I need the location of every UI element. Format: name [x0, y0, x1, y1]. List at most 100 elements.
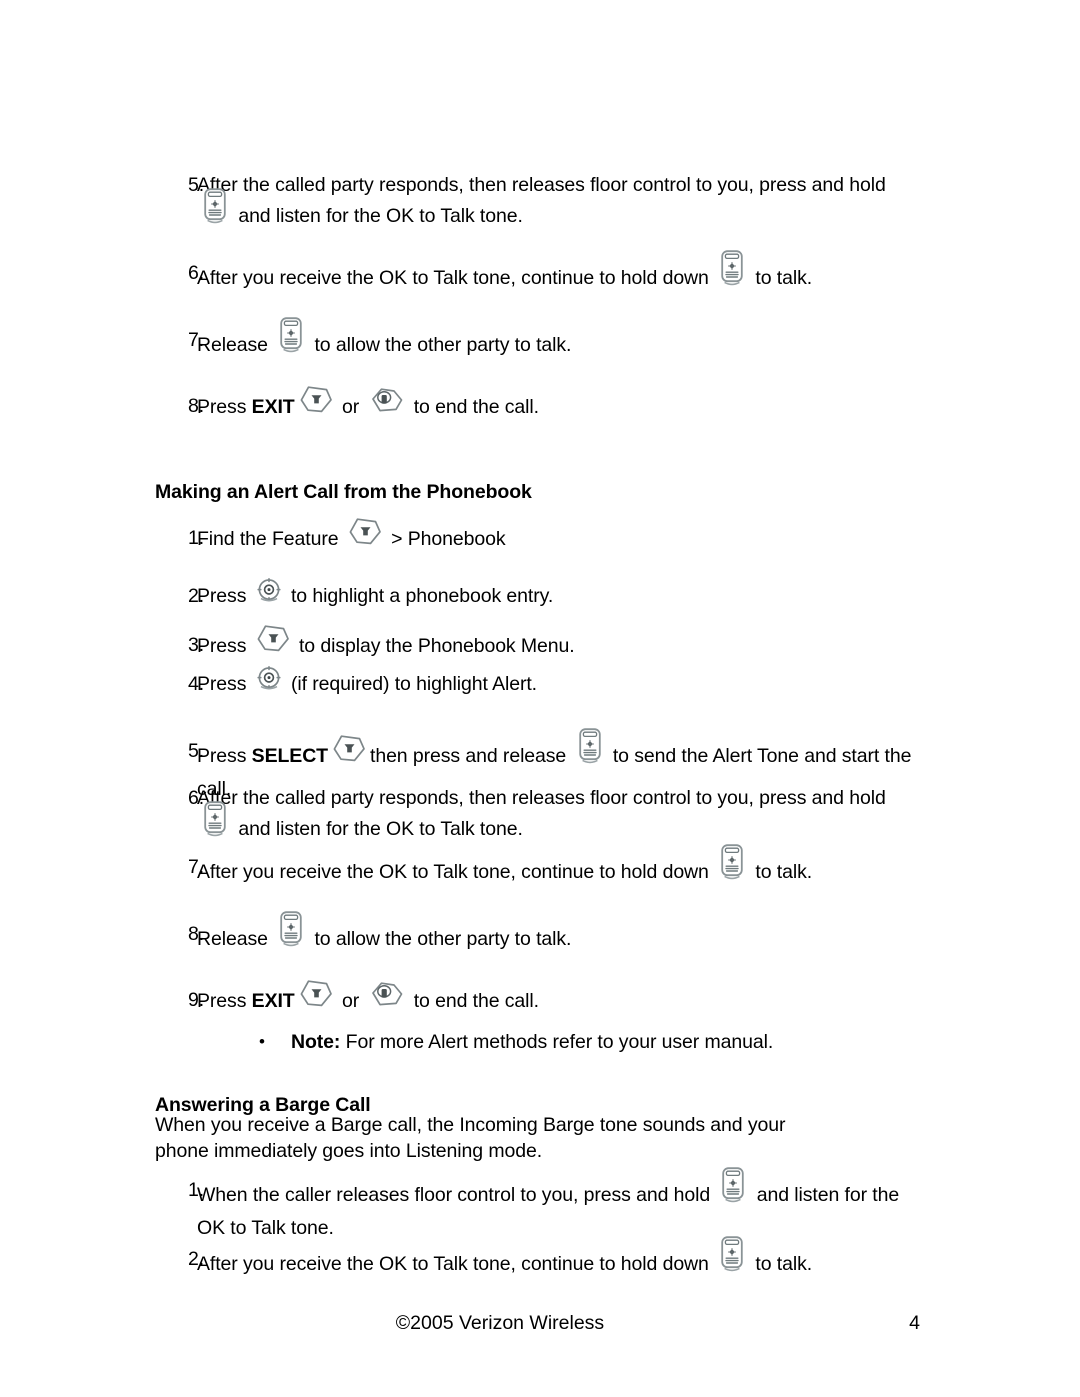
bullet-icon: •	[259, 1032, 265, 1051]
key-label: SELECT	[251, 745, 328, 768]
text-run: Press	[197, 990, 252, 1013]
section-heading: Making an Alert Call from the Phonebook	[155, 481, 532, 503]
text-run: or	[336, 396, 365, 419]
text-run: to talk.	[750, 861, 813, 884]
list-item-text: Find the Feature > Phonebook	[197, 518, 930, 555]
list-item-number: 2.	[188, 1248, 205, 1270]
text-run: or	[336, 990, 365, 1013]
text-run: Find the Feature	[197, 528, 344, 551]
text-run: After the called party responds, then re…	[197, 787, 886, 809]
list-item-text: Press to highlight a phonebook entry.	[197, 577, 930, 610]
note-item: • Note: For more Alert methods refer to y…	[155, 1029, 1034, 1055]
list-item: 7. Release to allow the other party to ta…	[155, 317, 930, 365]
footer-copyright: ©2005 Verizon Wireless	[395, 1312, 605, 1334]
text-run: and listen for the OK to Talk tone.	[233, 818, 523, 841]
ptt-side-key-icon	[720, 1166, 746, 1204]
soft-key-icon	[348, 517, 382, 547]
list-item-number: 2.	[188, 585, 205, 607]
list-item-number: 9.	[188, 989, 205, 1011]
note-text: Note: For more Alert methods refer to yo…	[291, 1029, 1034, 1055]
list-item-number: 5.	[188, 740, 205, 762]
list-item-number: 7.	[188, 856, 205, 878]
list-item: 4. Press (if required) to highlight Alert…	[155, 665, 930, 698]
note-label: Note:	[291, 1031, 341, 1053]
ptt-side-key-icon	[202, 187, 228, 225]
list-item-text: Release to allow the other party to talk…	[197, 317, 930, 365]
list-item: 1. Find the Feature > Phonebook	[155, 518, 930, 555]
document-page: 5. After the called party responds, then …	[0, 0, 1080, 1397]
text-run: to end the call.	[408, 990, 539, 1013]
list-item-text: Press (if required) to highlight Alert.	[197, 665, 930, 698]
list-item: 9. Press EXIT or to end the call.	[155, 980, 930, 1017]
list-item-number: 8.	[188, 395, 205, 417]
text-run: When the caller releases floor control t…	[197, 1184, 716, 1207]
list-item-number: 6.	[188, 787, 205, 809]
text-run: to allow the other party to talk.	[309, 334, 572, 357]
section-intro: When you receive a Barge call, the Incom…	[155, 1114, 786, 1162]
list-item-number: 5.	[188, 174, 205, 196]
ptt-side-key-icon	[719, 1235, 745, 1273]
end-call-key-icon	[368, 386, 404, 414]
list-item-text: Release to allow the other party to talk…	[197, 911, 930, 959]
list-item-text: After you receive the OK to Talk tone, c…	[197, 1236, 930, 1284]
text-run: and listen for the OK to Talk tone.	[233, 205, 523, 228]
list-item-number: 3.	[188, 634, 205, 656]
footer-page-number: 4	[909, 1312, 920, 1334]
text-run: > Phonebook	[385, 528, 506, 551]
ptt-side-key-icon	[719, 843, 745, 881]
list-item-text: After you receive the OK to Talk tone, c…	[197, 250, 930, 298]
end-call-key-icon	[368, 980, 404, 1008]
text-run: to display the Phonebook Menu.	[293, 635, 575, 658]
list-item-text: Press to display the Phonebook Menu.	[197, 625, 930, 662]
list-item: 2. After you receive the OK to Talk tone,…	[155, 1236, 930, 1284]
text-run: After the called party responds, then re…	[197, 174, 886, 196]
text-run: Press	[197, 585, 252, 607]
list-item: 8. Release to allow the other party to ta…	[155, 911, 930, 959]
text-run: to talk.	[750, 267, 813, 290]
text-run: After you receive the OK to Talk tone, c…	[197, 1253, 715, 1276]
text-run: Release	[197, 334, 274, 357]
list-item-number: 6.	[188, 262, 205, 284]
text-run: to talk.	[750, 1253, 813, 1276]
text-run: Press	[197, 673, 252, 695]
list-item-text: Press EXIT or to end the call.	[197, 386, 930, 423]
ptt-side-key-icon	[278, 316, 304, 354]
ptt-side-key-icon	[278, 910, 304, 948]
list-item-text: After the called party responds, then re…	[197, 785, 930, 849]
text-run: After you receive the OK to Talk tone, c…	[197, 267, 715, 290]
text-run: Release	[197, 928, 274, 951]
text-run: After you receive the OK to Talk tone, c…	[197, 861, 715, 884]
note-body: For more Alert methods refer to your use…	[340, 1031, 774, 1053]
list-item-number: 4.	[188, 673, 205, 695]
list-item: 2. Press to highlight a phonebook entry.	[155, 577, 930, 610]
text-run: (if required) to highlight Alert.	[285, 673, 537, 695]
text-run: to allow the other party to talk.	[309, 928, 572, 951]
list-item: 6. After you receive the OK to Talk tone,…	[155, 250, 930, 298]
text-run: Press	[197, 396, 252, 419]
list-item-number: 1.	[188, 1179, 205, 1201]
list-item-text: Press EXIT or to end the call.	[197, 980, 930, 1017]
list-item: 6. After the called party responds, then …	[155, 785, 930, 849]
text-run: to end the call.	[408, 396, 539, 419]
soft-key-icon	[332, 734, 366, 764]
list-item: 3. Press to display the Phonebook Menu.	[155, 625, 930, 662]
list-item: 5. After the called party responds, then …	[155, 172, 930, 236]
text-run: Press	[197, 635, 252, 658]
list-item-number: 8.	[188, 923, 205, 945]
ptt-side-key-icon	[719, 249, 745, 287]
list-item: 8. Press EXIT or to end the call.	[155, 386, 930, 423]
list-item: 7. After you receive the OK to Talk tone,…	[155, 844, 930, 892]
soft-key-icon	[256, 624, 290, 654]
list-item-text: When the caller releases floor control t…	[197, 1167, 930, 1241]
ptt-side-key-icon	[577, 727, 603, 765]
key-label: EXIT	[251, 396, 295, 419]
navigation-key-icon	[256, 577, 282, 603]
list-item-number: 7.	[188, 329, 205, 351]
list-item-text: After the called party responds, then re…	[197, 172, 930, 236]
list-item-number: 1.	[188, 527, 205, 549]
soft-key-icon	[299, 979, 333, 1009]
navigation-key-icon	[256, 665, 282, 691]
key-label: EXIT	[251, 990, 295, 1013]
text-run: to highlight a phonebook entry.	[285, 585, 554, 607]
text-run: Press	[197, 745, 252, 768]
